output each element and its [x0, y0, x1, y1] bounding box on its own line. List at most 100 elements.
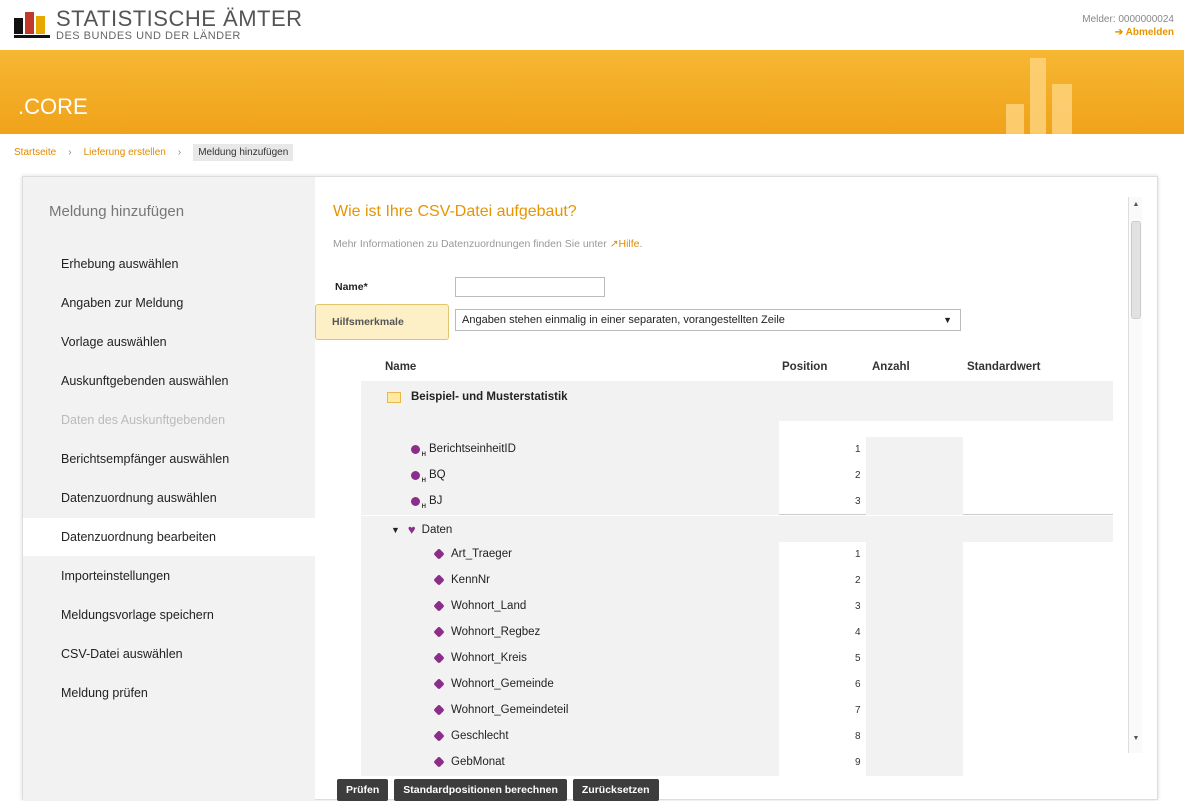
row-position[interactable]: 4 — [855, 627, 861, 638]
row-position[interactable]: 9 — [855, 757, 861, 768]
expand-arrow-icon[interactable]: ▼ — [391, 525, 400, 535]
table-scrollbar[interactable]: ▲ ▼ — [1128, 197, 1142, 753]
banner-bars-decoration — [1052, 84, 1072, 134]
row-position[interactable]: 7 — [855, 705, 861, 716]
table-row[interactable]: BJ 3 — [361, 489, 1113, 515]
table-row[interactable]: Art_Traeger 1 — [361, 542, 1113, 568]
merkmal-icon — [433, 600, 445, 612]
sidebar-item-berichtsempfaenger[interactable]: Berichtsempfänger auswählen — [23, 440, 315, 478]
hilfsmerkmal-icon — [411, 470, 426, 484]
hilfsmerkmale-label: Hilfsmerkmale — [315, 304, 449, 340]
column-header-position: Position — [782, 361, 828, 373]
column-header-anzahl: Anzahl — [872, 361, 910, 373]
main-content: Wie ist Ihre CSV-Datei aufgebaut? Mehr I… — [315, 177, 1159, 801]
table-row[interactable]: Wohnort_Regbez 4 — [361, 620, 1113, 646]
help-link[interactable]: Hilfe — [619, 238, 640, 250]
table-row[interactable]: Wohnort_Gemeindeteil 7 — [361, 698, 1113, 724]
row-position[interactable]: 3 — [855, 496, 861, 507]
row-name: Geschlecht — [451, 730, 509, 742]
row-name: BerichtseinheitID — [429, 443, 516, 455]
row-name: Wohnort_Gemeinde — [451, 678, 554, 690]
sidebar-item-auskunftgebenden[interactable]: Auskunftgebenden auswählen — [23, 362, 315, 400]
banner-bars-decoration — [1006, 104, 1024, 134]
row-position[interactable]: 5 — [855, 653, 861, 664]
standardpositionen-button[interactable]: Standardpositionen berechnen — [394, 779, 567, 801]
melder-id: Melder: 0000000024 — [1082, 14, 1174, 25]
folder-icon — [387, 391, 401, 403]
merkmal-icon — [433, 574, 445, 586]
sidebar-item-angaben[interactable]: Angaben zur Meldung — [23, 284, 315, 322]
table-row[interactable]: Geschlecht 8 — [361, 724, 1113, 750]
breadcrumb-lieferung[interactable]: Lieferung erstellen — [84, 147, 166, 158]
hilfsmerkmale-select-value: Angaben stehen einmalig in einer separat… — [462, 314, 785, 326]
row-name: Wohnort_Kreis — [451, 652, 527, 664]
row-name: Wohnort_Land — [451, 600, 527, 612]
user-box: Melder: 0000000024 ➔ Abmelden — [1082, 13, 1174, 39]
scroll-thumb[interactable] — [1131, 221, 1141, 319]
logo-title: STATISTISCHE ÄMTER — [56, 6, 303, 31]
breadcrumb-home[interactable]: Startseite — [14, 147, 56, 158]
merkmal-icon — [433, 704, 445, 716]
scroll-down-icon[interactable]: ▼ — [1129, 735, 1143, 749]
sidebar-item-importeinstellungen[interactable]: Importeinstellungen — [23, 557, 315, 595]
sidebar-item-datenzuordnung-auswaehlen[interactable]: Datenzuordnung auswählen — [23, 479, 315, 517]
sidebar-item-meldung-pruefen[interactable]: Meldung prüfen — [23, 674, 315, 712]
top-bar: STATISTISCHE ÄMTER DES BUNDES UND DER LÄ… — [0, 0, 1184, 50]
row-name: BJ — [429, 495, 443, 507]
row-name: BQ — [429, 469, 446, 481]
row-position[interactable]: 2 — [855, 470, 861, 481]
row-position[interactable]: 2 — [855, 575, 861, 586]
name-input[interactable] — [455, 277, 605, 297]
row-name: Art_Traeger — [451, 548, 512, 560]
breadcrumb: Startseite › Lieferung erstellen › Meldu… — [14, 144, 294, 161]
info-text-body: Mehr Informationen zu Datenzuordnungen f… — [333, 238, 610, 250]
row-position[interactable]: 3 — [855, 601, 861, 612]
sidebar-item-datenzuordnung-bearbeiten[interactable]: Datenzuordnung bearbeiten — [23, 518, 317, 556]
hilfsmerkmal-icon — [411, 444, 426, 458]
row-position[interactable]: 1 — [855, 444, 861, 455]
merkmal-icon — [433, 548, 445, 560]
table-row[interactable]: BerichtseinheitID 1 — [361, 437, 1113, 463]
mapping-table: Name Position Anzahl Standardwert Beispi… — [361, 357, 1113, 783]
banner: .CORE — [0, 50, 1184, 134]
action-buttons: Prüfen Standardpositionen berechnen Zurü… — [337, 779, 659, 801]
row-position[interactable]: 1 — [855, 549, 861, 560]
sidebar-item-vorlage[interactable]: Vorlage auswählen — [23, 323, 315, 361]
merkmal-icon — [433, 626, 445, 638]
wizard-card: Meldung hinzufügen Erhebung auswählen An… — [22, 176, 1159, 801]
merkmal-icon — [433, 756, 445, 768]
table-row[interactable]: Wohnort_Land 3 — [361, 594, 1113, 620]
hilfsmerkmale-select[interactable]: Angaben stehen einmalig in einer separat… — [455, 309, 961, 331]
logout-link[interactable]: ➔ Abmelden — [1082, 26, 1174, 39]
merkmal-icon — [433, 730, 445, 742]
row-position[interactable]: 6 — [855, 679, 861, 690]
row-position[interactable]: 8 — [855, 731, 861, 742]
daten-row[interactable]: ▼ ♥ Daten — [361, 516, 1113, 542]
name-label: Name* — [335, 281, 368, 293]
sidebar-item-csv-datei[interactable]: CSV-Datei auswählen — [23, 635, 315, 673]
logo[interactable]: STATISTISCHE ÄMTER DES BUNDES UND DER LÄ… — [14, 8, 303, 42]
breadcrumb-separator-icon: › — [68, 147, 72, 158]
row-name: Wohnort_Gemeindeteil — [451, 704, 569, 716]
info-period: . — [639, 238, 643, 250]
column-header-name: Name — [385, 361, 417, 373]
logo-subtitle: DES BUNDES UND DER LÄNDER — [56, 30, 241, 42]
heart-icon: ♥ — [407, 522, 416, 537]
sidebar: Meldung hinzufügen Erhebung auswählen An… — [23, 177, 317, 801]
group-row[interactable]: Beispiel- und Musterstatistik — [361, 381, 1113, 421]
table-row[interactable]: GebMonat 9 — [361, 750, 1113, 776]
scroll-up-icon[interactable]: ▲ — [1129, 201, 1143, 215]
sidebar-item-erhebung[interactable]: Erhebung auswählen — [23, 245, 315, 283]
table-row[interactable]: Wohnort_Gemeinde 6 — [361, 672, 1113, 698]
group-name: Beispiel- und Musterstatistik — [411, 391, 568, 403]
table-row[interactable]: Wohnort_Kreis 5 — [361, 646, 1113, 672]
row-name: Wohnort_Regbez — [451, 626, 541, 638]
pruefen-button[interactable]: Prüfen — [337, 779, 389, 801]
table-row[interactable]: BQ 2 — [361, 463, 1113, 489]
page-title: Wie ist Ihre CSV-Datei aufgebaut? — [333, 203, 577, 220]
dropdown-arrow-icon: ▼ — [943, 315, 952, 325]
table-row[interactable]: KennNr 2 — [361, 568, 1113, 594]
zuruecksetzen-button[interactable]: Zurücksetzen — [572, 779, 659, 801]
column-header-standardwert: Standardwert — [967, 361, 1041, 373]
sidebar-item-meldungsvorlage[interactable]: Meldungsvorlage speichern — [23, 596, 315, 634]
